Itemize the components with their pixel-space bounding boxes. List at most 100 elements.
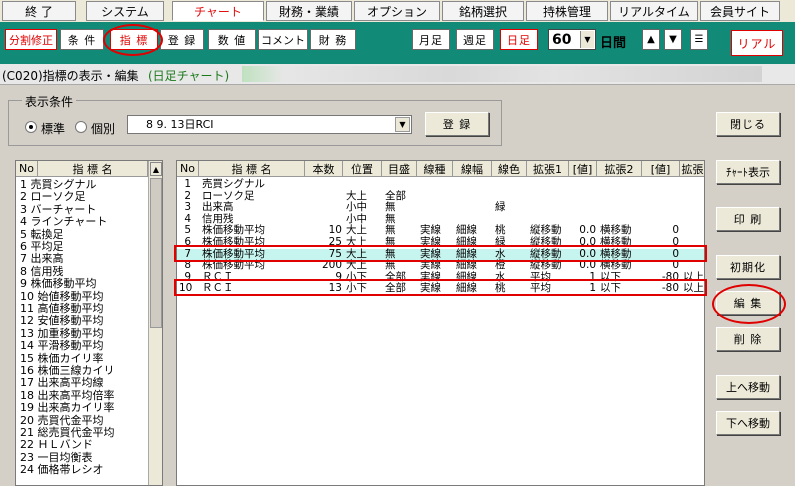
- menu-tab-options[interactable]: オプション: [354, 1, 440, 21]
- daily-button[interactable]: 日足: [500, 29, 538, 50]
- table-row[interactable]: 3 出来高 小中 無 緑: [177, 202, 704, 213]
- standard-radio[interactable]: [25, 121, 37, 133]
- indicator-list-header-no[interactable]: No: [16, 161, 38, 177]
- scroll-up-button[interactable]: ▲: [642, 29, 660, 50]
- menu-tab-stock-select[interactable]: 銘柄選択: [442, 1, 524, 21]
- table-cell: [645, 179, 679, 190]
- move-down-button[interactable]: 下へ移動: [716, 411, 780, 435]
- print-button[interactable]: 印 刷: [716, 207, 780, 231]
- close-button[interactable]: 閉じる: [716, 112, 780, 136]
- annotation-box-row: [174, 279, 707, 297]
- indicator-list-item[interactable]: 9 株価移動平均: [20, 278, 97, 289]
- table-cell: 5: [184, 224, 191, 237]
- table-cell: ローソク足: [202, 189, 255, 202]
- table-header-cell[interactable]: 目盛: [382, 161, 417, 177]
- table-cell: [308, 202, 342, 213]
- table-header-cell[interactable]: 拡張1: [527, 161, 569, 177]
- indicator-list-item[interactable]: 5 転換足: [20, 229, 64, 240]
- menu-tab-system[interactable]: システム: [86, 1, 164, 21]
- indicator-list-scrollbar[interactable]: ▲: [148, 161, 162, 485]
- dropdown-arrow-icon[interactable]: ▼: [395, 117, 410, 132]
- table-cell: 大上: [346, 224, 367, 237]
- indicator-list-item[interactable]: 8 信用残: [20, 266, 64, 277]
- indicator-list-item[interactable]: 18 出来高平均倍率: [20, 390, 115, 401]
- selected-indicator-table[interactable]: No 指 標 名本数 位置 目盛 線種 線幅 線色 拡張1 [値] 拡張2 [値] 拡張 1 売買シグナ…: [176, 160, 705, 486]
- table-row[interactable]: 8 株価移動平均 200 大上 無 実線 細線 橙 縦移動 0.0 横移動 0: [177, 259, 704, 272]
- dropdown-arrow-icon[interactable]: ▼: [580, 31, 594, 48]
- indicator-list-item[interactable]: 6 平均足: [20, 241, 64, 252]
- table-header-cell[interactable]: 線色: [492, 161, 527, 177]
- table-header-cell[interactable]: [値]: [642, 161, 680, 177]
- real-mode-button[interactable]: リアル: [731, 30, 783, 56]
- table-header-cell[interactable]: 拡張: [680, 161, 704, 177]
- table-cell: 0.0: [579, 259, 596, 272]
- table-cell: [600, 202, 641, 213]
- indicator-list-item[interactable]: 10 始値移動平均: [20, 291, 104, 302]
- indicator-list-item[interactable]: 21 総売買代金平均: [20, 427, 115, 438]
- register-toolbar-button[interactable]: 登 録: [160, 29, 204, 50]
- indicator-list-item[interactable]: 14 平滑移動平均: [20, 340, 104, 351]
- table-row[interactable]: 1 売買シグナル: [177, 179, 704, 190]
- menu-tab-finance[interactable]: 財務・業績: [266, 1, 352, 21]
- condition-button[interactable]: 条 件: [60, 29, 104, 50]
- indicator-list-item[interactable]: 24 価格帯レシオ: [20, 464, 104, 475]
- table-header-cell[interactable]: [値]: [569, 161, 597, 177]
- menu-tab-member-site[interactable]: 会員サイト: [700, 1, 780, 21]
- table-cell: [683, 202, 704, 213]
- indicator-list-item[interactable]: 19 出来高カイリ率: [20, 402, 115, 413]
- indicator-list-item[interactable]: 13 加重移動平均: [20, 328, 104, 339]
- indicator-list-item[interactable]: 2 ローソク足: [20, 191, 86, 202]
- initialize-button[interactable]: 初期化: [716, 255, 780, 279]
- scroll-down-button[interactable]: ▼: [664, 29, 682, 50]
- preset-select[interactable]: 8 9. 13日RCI ▼: [127, 115, 412, 134]
- indicator-list-item[interactable]: 23 一目均衡表: [20, 452, 93, 463]
- indicator-list-header-name[interactable]: 指 標 名: [38, 161, 148, 177]
- finance-toolbar-button[interactable]: 財 務: [310, 29, 356, 50]
- menu-tab-realtime[interactable]: リアルタイム: [610, 1, 698, 21]
- indicator-list-item[interactable]: 4 ラインチャート: [20, 216, 107, 227]
- table-header-cell[interactable]: 拡張2: [597, 161, 642, 177]
- weekly-button[interactable]: 週足: [456, 29, 494, 50]
- delete-button[interactable]: 削 除: [716, 327, 780, 351]
- table-cell: 0: [672, 224, 679, 237]
- table-header-cell[interactable]: 本数: [305, 161, 343, 177]
- comment-button[interactable]: コメント: [258, 29, 308, 50]
- table-cell: [495, 191, 526, 202]
- indicator-list-item[interactable]: 1 売買シグナル: [20, 179, 97, 190]
- period-select[interactable]: 60 ▼: [548, 29, 596, 50]
- table-row[interactable]: 2 ローソク足 大上 全部: [177, 189, 704, 202]
- indicator-list-item[interactable]: 15 株価カイリ率: [20, 353, 104, 364]
- table-row[interactable]: 5 株価移動平均 10 大上 無 実線 細線 桃 縦移動 0.0 横移動 0: [177, 224, 704, 237]
- table-cell: 縦移動: [530, 224, 562, 237]
- scroll-up-arrow-icon[interactable]: ▲: [150, 162, 162, 176]
- list-menu-button[interactable]: ☰: [690, 29, 708, 50]
- indicator-list-item[interactable]: 17 出来高平均線: [20, 377, 104, 388]
- table-header-cell[interactable]: No: [177, 161, 199, 177]
- table-header-cell[interactable]: 線種: [417, 161, 453, 177]
- menu-tab-holdings[interactable]: 持株管理: [526, 1, 608, 21]
- indicator-list-item[interactable]: 3 バーチャート: [20, 204, 96, 215]
- indicator-list[interactable]: No 指 標 名 1 売買シグナル 2 ローソク足 3 バーチャート 4 ラインチャー…: [15, 160, 163, 486]
- indicator-list-item[interactable]: 7 出来高: [20, 253, 64, 264]
- indicator-list-item[interactable]: 12 安値移動平均: [20, 315, 104, 326]
- split-adjust-button[interactable]: 分割修正: [5, 29, 57, 50]
- individual-radio-label: 個別: [91, 122, 116, 136]
- individual-radio[interactable]: [75, 121, 87, 133]
- chart-display-button[interactable]: ﾁｬｰﾄ表示: [716, 160, 780, 184]
- table-header-cell[interactable]: 位置: [343, 161, 382, 177]
- menu-tab-chart[interactable]: チャート: [172, 1, 264, 21]
- indicator-list-item[interactable]: 22 ＨＬバンド: [20, 439, 93, 450]
- register-preset-button[interactable]: 登 録: [425, 112, 489, 136]
- table-cell: [683, 214, 704, 225]
- table-header-cell[interactable]: 線幅: [453, 161, 492, 177]
- value-button[interactable]: 数 値: [208, 29, 256, 50]
- indicator-list-item[interactable]: 16 株価三線カイリ: [20, 365, 115, 376]
- table-header-cell[interactable]: 指 標 名: [199, 161, 305, 177]
- move-up-button[interactable]: 上へ移動: [716, 375, 780, 399]
- indicator-list-item[interactable]: 20 売買代金平均: [20, 415, 104, 426]
- monthly-button[interactable]: 月足: [412, 29, 450, 50]
- indicator-list-item[interactable]: 11 高値移動平均: [20, 303, 104, 314]
- menu-tab-exit[interactable]: 終 了: [2, 1, 76, 21]
- scrollbar-thumb[interactable]: [150, 178, 162, 328]
- table-cell: 実線: [420, 259, 441, 272]
